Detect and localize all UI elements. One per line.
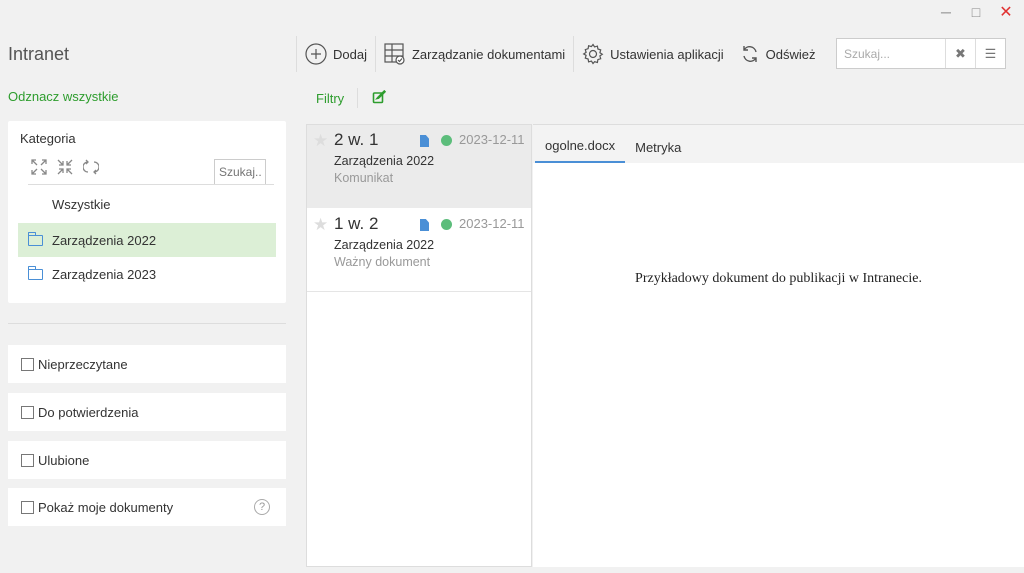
search-input[interactable]: Szukaj... [837,47,945,61]
add-button[interactable]: Dodaj [297,35,375,73]
category-panel: Kategoria Wszystkie Zarządzenia 2022 Zar… [8,121,286,303]
favorites-checkbox[interactable] [21,453,34,467]
folder-icon [28,231,43,246]
document-number: 1 w. 2 [334,214,379,233]
tab-metryka[interactable]: Metryka [625,125,691,163]
document-category: Zarządzenia 2022 [334,238,435,252]
category-title: Kategoria [20,131,76,146]
manage-documents-label: Zarządzanie dokumentami [411,46,566,62]
category-item-all[interactable]: Wszystkie [18,187,276,221]
menu-icon[interactable]: ☰ [975,39,1005,68]
document-table-icon [384,43,406,65]
refresh-button[interactable]: Odśwież [732,35,824,73]
category-item-label: Zarządzenia 2023 [52,266,157,282]
to-confirm-checkbox[interactable] [21,405,34,419]
my-documents-checkbox[interactable] [21,500,34,514]
gear-icon [582,43,604,65]
deselect-all-link[interactable]: Odznacz wszystkie [8,89,119,104]
category-item-label: Zarządzenia 2022 [52,232,157,248]
filter-label: Ulubione [38,452,90,468]
document-date: 2023-12-11 [459,216,525,231]
filter-label: Do potwierdzenia [38,404,139,420]
status-dot [441,219,452,230]
toolbar: Dodaj Zarządzanie dokumentami Ustawienia… [296,34,823,74]
category-item-zarzadzenia-2022[interactable]: Zarządzenia 2022 [18,223,276,257]
refresh-label: Odśwież [765,46,816,62]
close-icon[interactable]: ✕ [998,4,1014,21]
unread-checkbox[interactable] [21,357,34,371]
filter-favorites[interactable]: Ulubione [8,441,286,479]
list-item[interactable]: ★ 1 w. 2 2023-12-11 Zarządzenia 2022 Waż… [307,209,531,292]
add-label: Dodaj [333,46,367,62]
sidebar-divider [8,323,286,324]
manage-documents-button[interactable]: Zarządzanie dokumentami [376,35,573,73]
divider [28,184,274,185]
document-type: Ważny dokument [334,255,431,269]
document-list: ★ 2 w. 1 2023-12-11 Zarządzenia 2022 Kom… [306,124,532,567]
tab-ogolne-docx[interactable]: ogolne.docx [535,125,626,163]
filter-unread[interactable]: Nieprzeczytane [8,345,286,383]
folder-icon [28,265,43,280]
star-icon[interactable]: ★ [313,131,328,151]
clear-search-icon[interactable]: ✖ [945,39,975,68]
edit-filter-icon[interactable] [372,89,387,109]
window-controls: ─ □ ✕ [938,4,1014,21]
collapse-all-icon[interactable] [56,159,74,179]
maximize-icon[interactable]: □ [968,4,984,20]
filters-separator [357,88,358,108]
preview-content: Przykładowy dokument do publikacji w Int… [635,271,922,286]
category-item-label: Wszystkie [52,196,111,212]
preview-tabs: ogolne.docx Metryka [533,125,1024,163]
minimize-icon[interactable]: ─ [938,4,954,20]
refresh-tree-icon[interactable] [82,159,100,179]
filter-my-documents[interactable]: Pokaż moje dokumenty ? [8,488,286,526]
filter-label: Pokaż moje dokumenty [38,499,174,515]
category-tools [30,159,100,179]
refresh-icon [740,44,760,64]
app-title: Intranet [8,44,70,64]
plus-circle-icon [305,43,327,65]
file-icon [420,219,429,231]
document-preview: ogolne.docx Metryka Przykładowy dokument… [533,124,1024,567]
document-category: Zarządzenia 2022 [334,154,435,168]
filter-label: Nieprzeczytane [38,356,128,372]
app-settings-button[interactable]: Ustawienia aplikacji [574,35,731,73]
list-item[interactable]: ★ 2 w. 1 2023-12-11 Zarządzenia 2022 Kom… [307,125,531,208]
star-icon[interactable]: ★ [313,215,328,235]
document-date: 2023-12-11 [459,132,525,147]
search-field[interactable]: Szukaj... ✖ ☰ [836,38,1006,69]
document-number: 2 w. 1 [334,130,379,149]
category-search-input[interactable] [214,159,266,185]
filters-link[interactable]: Filtry [316,91,344,106]
document-type: Komunikat [334,171,394,185]
help-icon[interactable]: ? [254,499,270,515]
status-dot [441,135,452,146]
file-icon [420,135,429,147]
filter-to-confirm[interactable]: Do potwierdzenia [8,393,286,431]
category-item-zarzadzenia-2023[interactable]: Zarządzenia 2023 [18,257,276,291]
app-settings-label: Ustawienia aplikacji [610,46,724,62]
expand-all-icon[interactable] [30,159,48,179]
